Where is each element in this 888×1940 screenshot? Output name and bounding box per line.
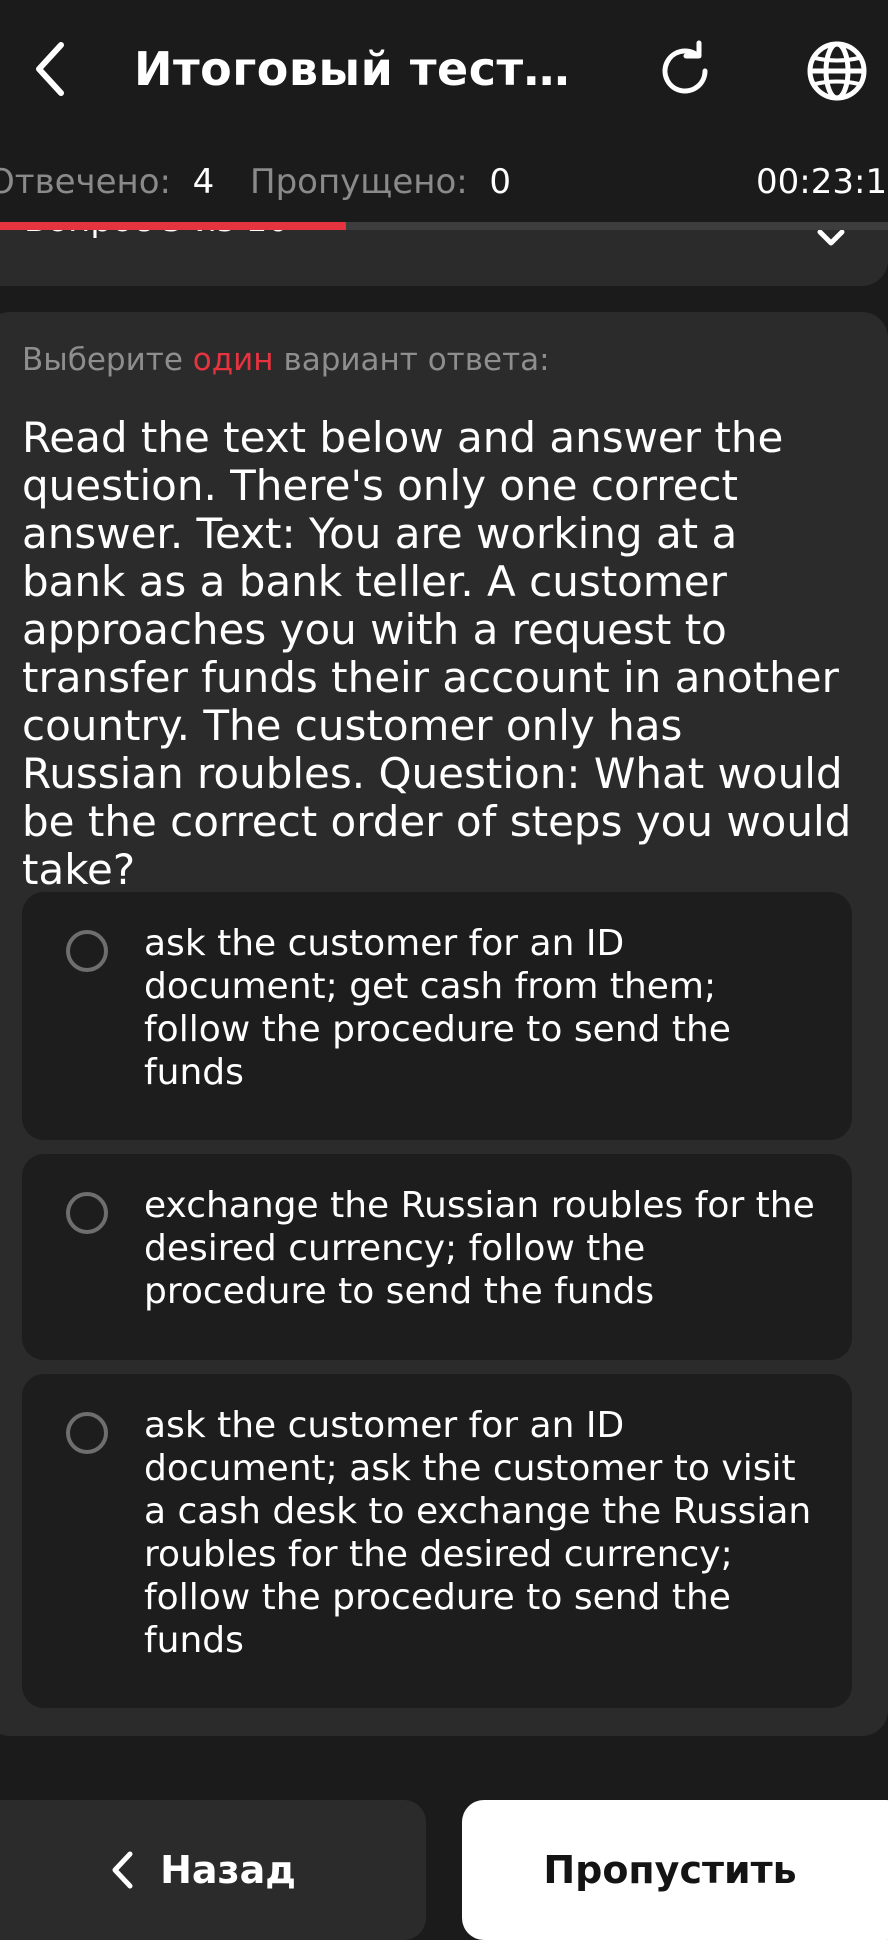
globe-icon (807, 41, 867, 101)
progress-fill (0, 222, 347, 230)
answer-option-3[interactable]: ask the customer for an ID document; ask… (22, 1374, 852, 1708)
skipped-label: Пропущено: (250, 162, 468, 202)
reload-icon (662, 40, 708, 94)
chevron-left-icon (112, 1851, 133, 1889)
test-stats: Отвечено: 4 Пропущено: 0 00:23:18 (0, 160, 888, 204)
back-arrow-button[interactable] (22, 36, 78, 102)
page-title: Итоговый тест дл... (134, 42, 574, 96)
back-button[interactable]: Назад (0, 1800, 426, 1940)
answered-label: Отвечено: (0, 162, 172, 202)
hint-accent: один (192, 342, 274, 378)
option-text: exchange the Russian roubles for the des… (144, 1185, 815, 1312)
reload-button[interactable] (650, 36, 720, 106)
answer-hint: Выберите один вариант ответа: (22, 342, 550, 378)
language-button[interactable] (802, 36, 872, 106)
radio-button[interactable] (66, 1412, 108, 1454)
hint-prefix: Выберите (22, 342, 183, 378)
answered-count: Отвечено: 4 (0, 160, 214, 204)
option-text: ask the customer for an ID document; ask… (144, 1405, 812, 1661)
radio-button[interactable] (66, 930, 108, 972)
skipped-count: Пропущено: 0 (250, 160, 511, 204)
hint-suffix: вариант ответа: (283, 342, 550, 378)
option-text: ask the customer for an ID document; get… (144, 923, 731, 1093)
answer-option-2[interactable]: exchange the Russian roubles for the des… (22, 1154, 852, 1360)
chevron-left-icon (36, 42, 64, 96)
timer: 00:23:18 (756, 162, 888, 202)
skipped-value: 0 (489, 162, 511, 202)
question-text: Read the text below and answer the quest… (22, 413, 852, 894)
question-card: Выберите один вариант ответа: Read the t… (0, 312, 888, 1736)
progress-bar (0, 222, 888, 230)
radio-button[interactable] (66, 1192, 108, 1234)
skip-button-label: Пропустить (543, 1848, 797, 1892)
skip-button[interactable]: Пропустить (462, 1800, 888, 1940)
answer-option-1[interactable]: ask the customer for an ID document; get… (22, 892, 852, 1140)
app-header: Итоговый тест дл... (0, 0, 888, 140)
answered-value: 4 (192, 162, 215, 202)
question-selector[interactable]: Вопрос 5 из 10 (0, 222, 888, 286)
back-button-label: Назад (160, 1848, 296, 1892)
